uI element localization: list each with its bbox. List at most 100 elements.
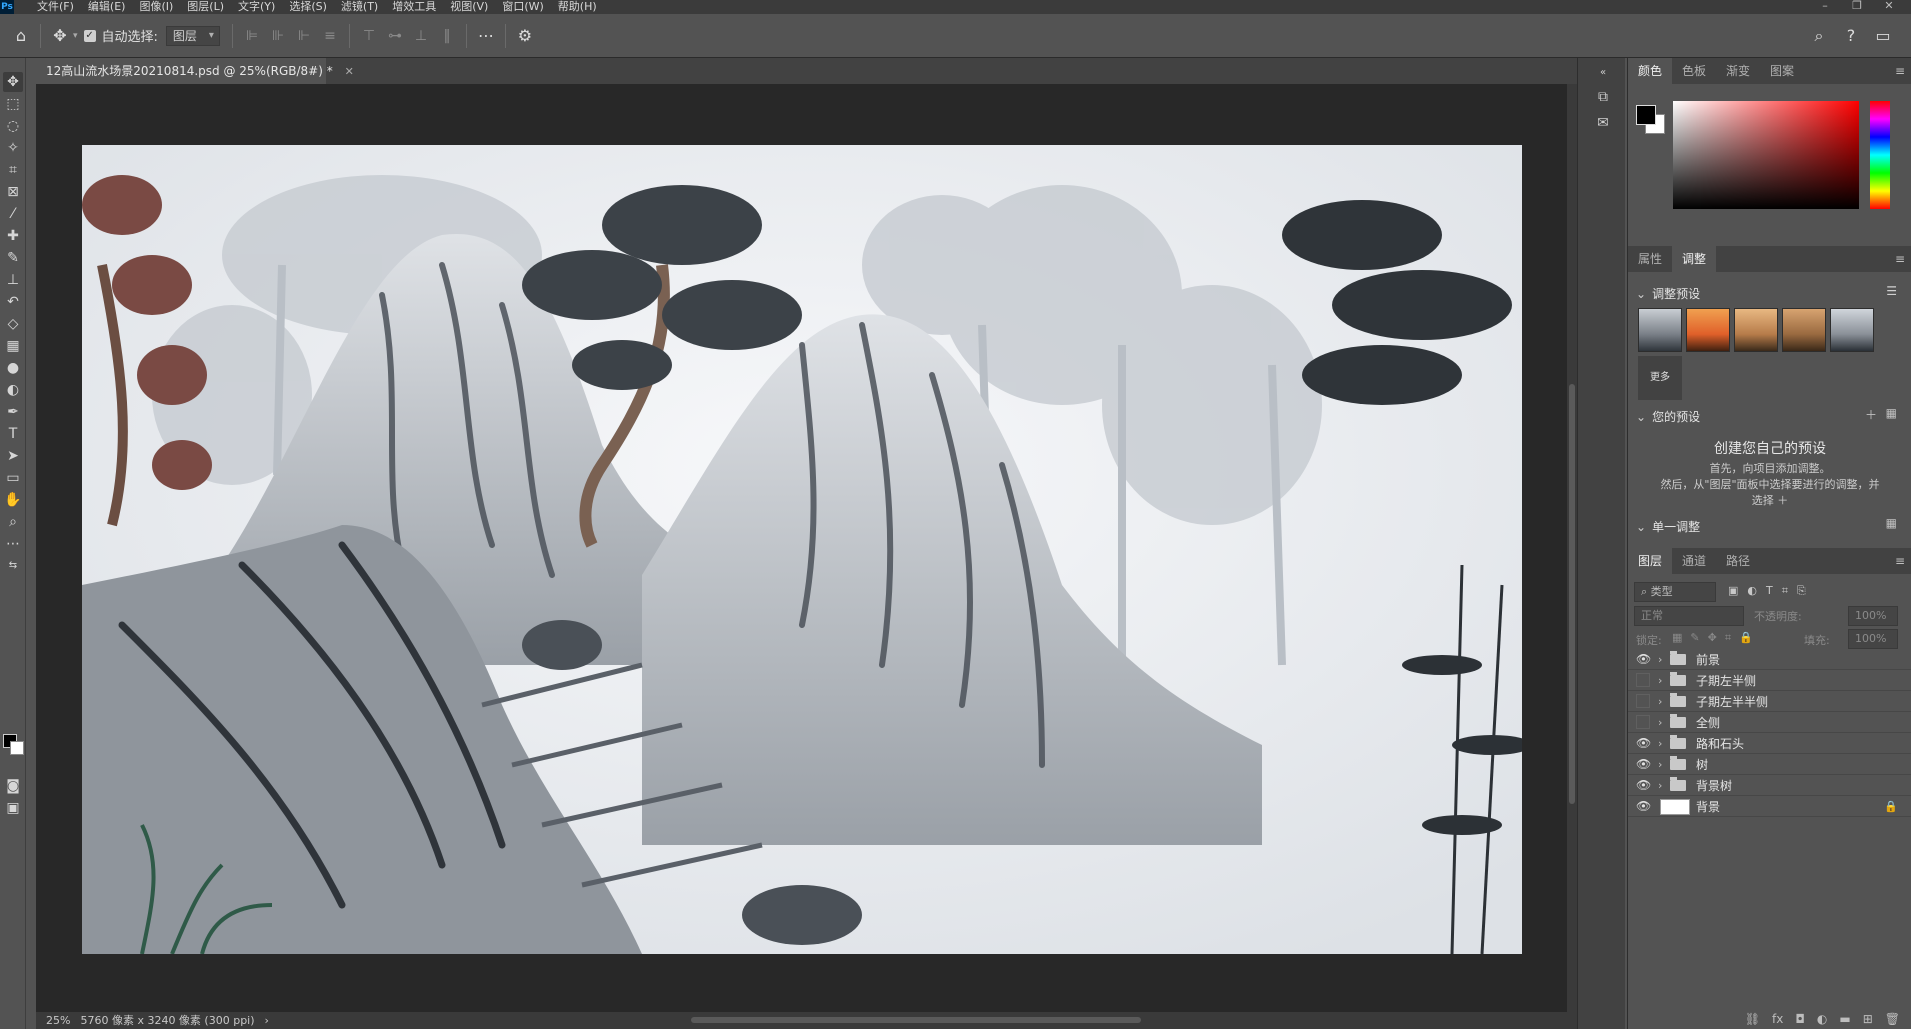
layer-filter-icons[interactable]: ▣◐T⌗⎘ bbox=[1728, 584, 1815, 598]
single-adjustment-header[interactable]: ⌄ 单一调整 bbox=[1636, 518, 1700, 535]
rectangle-tool-icon[interactable]: ▭ bbox=[3, 468, 23, 488]
layer-row[interactable]: 👁 › 前景 bbox=[1628, 650, 1911, 670]
menu-edit[interactable]: 编辑(E) bbox=[81, 0, 133, 14]
document-canvas[interactable] bbox=[82, 145, 1522, 954]
collapse-arrows-icon[interactable]: « bbox=[1594, 64, 1612, 82]
pen-tool-icon[interactable]: ✒ bbox=[3, 402, 23, 422]
path-selection-icon[interactable]: ➤ bbox=[3, 446, 23, 466]
add-icon[interactable]: ＋ bbox=[1865, 406, 1877, 423]
chevron-right-icon[interactable]: › bbox=[1658, 776, 1662, 796]
trash-icon[interactable]: 🗑 bbox=[1885, 1012, 1900, 1029]
horizontal-scroll-thumb[interactable] bbox=[691, 1017, 1141, 1023]
dodge-tool-icon[interactable]: ◐ bbox=[3, 380, 23, 400]
grid-view-icon[interactable]: ▦ bbox=[1886, 406, 1897, 420]
eye-icon[interactable]: 👁 bbox=[1636, 652, 1651, 666]
layer-row[interactable]: › 子期左半半侧 bbox=[1628, 692, 1911, 712]
tab-adjustments[interactable]: 调整 bbox=[1672, 246, 1717, 272]
menu-window[interactable]: 窗口(W) bbox=[495, 0, 550, 14]
eye-hidden-icon[interactable] bbox=[1636, 673, 1650, 687]
layer-row[interactable]: 👁 背景 🔒 bbox=[1628, 797, 1911, 817]
frame-tool-icon[interactable]: ⊠ bbox=[3, 182, 23, 202]
gradient-tool-icon[interactable]: ▦ bbox=[3, 336, 23, 356]
comments-panel-icon[interactable]: ✉ bbox=[1594, 114, 1612, 132]
menu-help[interactable]: 帮助(H) bbox=[551, 0, 604, 14]
list-view-icon[interactable]: ☰ bbox=[1886, 284, 1897, 298]
quick-mask-icon[interactable]: ◙ bbox=[3, 776, 23, 796]
mask-icon[interactable]: ◘ bbox=[1795, 1012, 1805, 1029]
restore-icon[interactable]: ❐ bbox=[1842, 0, 1872, 14]
grid-view-icon[interactable]: ▦ bbox=[1886, 516, 1897, 530]
new-group-icon[interactable]: ▬ bbox=[1839, 1012, 1850, 1029]
link-icon[interactable]: ⛓ bbox=[1745, 1012, 1760, 1029]
eye-icon[interactable]: 👁 bbox=[1636, 757, 1651, 771]
preset-thumbnail[interactable] bbox=[1782, 308, 1826, 352]
tab-swatches[interactable]: 色板 bbox=[1672, 58, 1716, 84]
more-options-icon[interactable]: ⋯ bbox=[473, 26, 499, 45]
vertical-scrollbar[interactable] bbox=[1567, 84, 1577, 1012]
tab-gradients[interactable]: 渐变 bbox=[1716, 58, 1760, 84]
eye-icon[interactable]: 👁 bbox=[1636, 778, 1651, 792]
history-brush-icon[interactable]: ↶ bbox=[3, 292, 23, 312]
blend-mode-dropdown[interactable]: 正常 bbox=[1634, 606, 1744, 626]
swap-colors-icon[interactable]: ⇆ bbox=[3, 556, 23, 576]
menu-image[interactable]: 图像(I) bbox=[132, 0, 180, 14]
adjustment-layer-icon[interactable]: ◐ bbox=[1817, 1012, 1827, 1029]
panel-menu-icon[interactable]: ≡ bbox=[1895, 548, 1905, 574]
align-right-icon[interactable]: ⊩ bbox=[291, 28, 317, 44]
tab-patterns[interactable]: 图案 bbox=[1760, 58, 1804, 84]
zoom-level[interactable]: 25% bbox=[46, 1012, 70, 1029]
preset-thumbnail[interactable] bbox=[1734, 308, 1778, 352]
eye-hidden-icon[interactable] bbox=[1636, 694, 1650, 708]
blur-tool-icon[interactable]: ● bbox=[3, 358, 23, 378]
your-presets-header[interactable]: ⌄ 您的预设 bbox=[1636, 408, 1700, 425]
tab-paths[interactable]: 路径 bbox=[1716, 548, 1760, 574]
chevron-right-icon[interactable]: › bbox=[1658, 671, 1662, 691]
stamp-tool-icon[interactable]: ⊥ bbox=[3, 270, 23, 290]
lock-options-icons[interactable]: ▦✎✥⌗🔒 bbox=[1672, 631, 1761, 645]
align-center-icon[interactable]: ⊪ bbox=[265, 28, 291, 44]
chevron-right-icon[interactable]: › bbox=[1658, 692, 1662, 712]
history-panel-icon[interactable]: ⧉ bbox=[1594, 88, 1612, 106]
opacity-field[interactable]: 100% bbox=[1848, 606, 1898, 626]
screen-mode-icon[interactable]: ▣ bbox=[3, 798, 23, 818]
workspace-icon[interactable]: ▭ bbox=[1872, 26, 1894, 45]
tab-color[interactable]: 颜色 bbox=[1628, 58, 1673, 84]
marquee-tool-icon[interactable]: ⬚ bbox=[3, 94, 23, 114]
help-icon[interactable]: ? bbox=[1840, 26, 1862, 45]
document-info[interactable]: 5760 像素 x 3240 像素 (300 ppi) bbox=[80, 1012, 254, 1029]
layer-row[interactable]: › 全侧 bbox=[1628, 713, 1911, 733]
menu-plugins[interactable]: 增效工具 bbox=[385, 0, 443, 14]
more-presets-button[interactable]: 更多 bbox=[1638, 356, 1682, 400]
align-middle-icon[interactable]: ⊶ bbox=[382, 28, 408, 44]
adjustment-presets-header[interactable]: ⌄ 调整预设 bbox=[1636, 285, 1700, 302]
healing-brush-icon[interactable]: ✚ bbox=[3, 226, 23, 246]
menu-select[interactable]: 选择(S) bbox=[282, 0, 334, 14]
color-picker-field[interactable] bbox=[1673, 101, 1859, 209]
move-tool-icon[interactable]: ✥ bbox=[47, 26, 73, 45]
fill-field[interactable]: 100% bbox=[1848, 629, 1898, 649]
more-tools-icon[interactable]: ⋯ bbox=[3, 534, 23, 554]
auto-select-dropdown[interactable]: 图层 ▾ bbox=[165, 25, 220, 46]
magic-wand-icon[interactable]: ✧ bbox=[3, 138, 23, 158]
foreground-color-chip[interactable] bbox=[1636, 105, 1656, 125]
menu-view[interactable]: 视图(V) bbox=[443, 0, 495, 14]
zoom-tool-icon[interactable]: ⌕ bbox=[3, 512, 23, 532]
eye-hidden-icon[interactable] bbox=[1636, 715, 1650, 729]
search-icon[interactable]: ⌕ bbox=[1808, 26, 1830, 46]
close-icon[interactable]: ✕ bbox=[345, 65, 354, 78]
chevron-down-icon[interactable]: ▾ bbox=[73, 31, 78, 41]
auto-select-checkbox[interactable]: ✓ bbox=[83, 29, 96, 42]
tab-channels[interactable]: 通道 bbox=[1672, 548, 1716, 574]
align-bottom-icon[interactable]: ⊥ bbox=[408, 28, 434, 44]
menu-type[interactable]: 文字(Y) bbox=[231, 0, 282, 14]
layer-row[interactable]: 👁 › 树 bbox=[1628, 755, 1911, 775]
chevron-right-icon[interactable]: › bbox=[1658, 650, 1662, 670]
preset-thumbnail[interactable] bbox=[1830, 308, 1874, 352]
canvas-area[interactable] bbox=[36, 84, 1577, 1012]
home-icon[interactable]: ⌂ bbox=[8, 26, 34, 45]
minimize-icon[interactable]: – bbox=[1810, 0, 1840, 14]
vertical-scroll-thumb[interactable] bbox=[1569, 384, 1575, 804]
layer-row[interactable]: 👁 › 路和石头 bbox=[1628, 734, 1911, 754]
align-left-icon[interactable]: ⊫ bbox=[239, 28, 265, 44]
preset-thumbnail[interactable] bbox=[1686, 308, 1730, 352]
